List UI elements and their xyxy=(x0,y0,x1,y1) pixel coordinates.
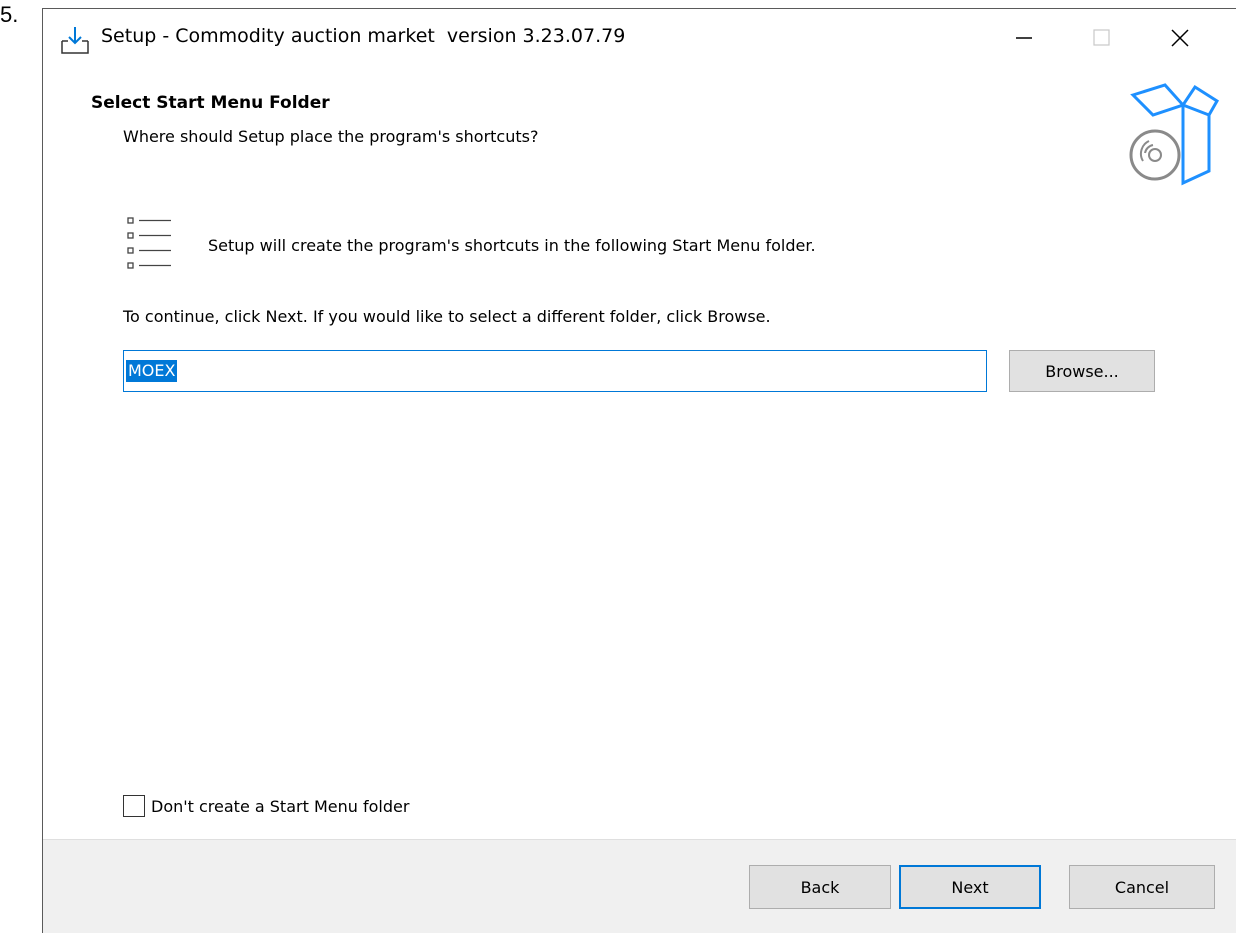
checkbox-label: Don't create a Start Menu folder xyxy=(151,796,410,816)
button-bar: Back Next Cancel xyxy=(43,839,1236,933)
folder-input-value: MOEX xyxy=(126,360,178,382)
close-icon xyxy=(1169,27,1191,53)
no-start-menu-folder-checkbox[interactable] xyxy=(123,795,145,817)
page-subtitle: Where should Setup place the program's s… xyxy=(123,127,539,146)
cancel-button[interactable]: Cancel xyxy=(1069,865,1215,909)
page-title: Select Start Menu Folder xyxy=(91,93,330,113)
no-start-menu-folder-option[interactable]: Don't create a Start Menu folder xyxy=(123,795,409,817)
installer-download-icon xyxy=(59,25,91,57)
minimize-button[interactable] xyxy=(985,9,1063,71)
setup-window: Setup - Commodity auction market version… xyxy=(42,8,1236,933)
title-bar: Setup - Commodity auction market version… xyxy=(43,9,1236,71)
software-box-disc-icon xyxy=(1125,75,1225,195)
back-button[interactable]: Back xyxy=(749,865,891,909)
info-text: Setup will create the program's shortcut… xyxy=(208,236,816,255)
list-number: 5. xyxy=(0,2,19,27)
maximize-button[interactable] xyxy=(1063,9,1141,71)
start-menu-folder-input[interactable]: MOEX xyxy=(123,350,987,392)
browse-button[interactable]: Browse... xyxy=(1009,350,1155,392)
window-title: Setup - Commodity auction market version… xyxy=(101,25,626,47)
continue-instructions: To continue, click Next. If you would li… xyxy=(123,307,771,326)
next-button[interactable]: Next xyxy=(899,865,1041,909)
shortcut-list-icon xyxy=(125,213,185,277)
close-button[interactable] xyxy=(1141,9,1219,71)
minimize-icon xyxy=(1014,28,1034,52)
maximize-icon xyxy=(1092,28,1112,52)
